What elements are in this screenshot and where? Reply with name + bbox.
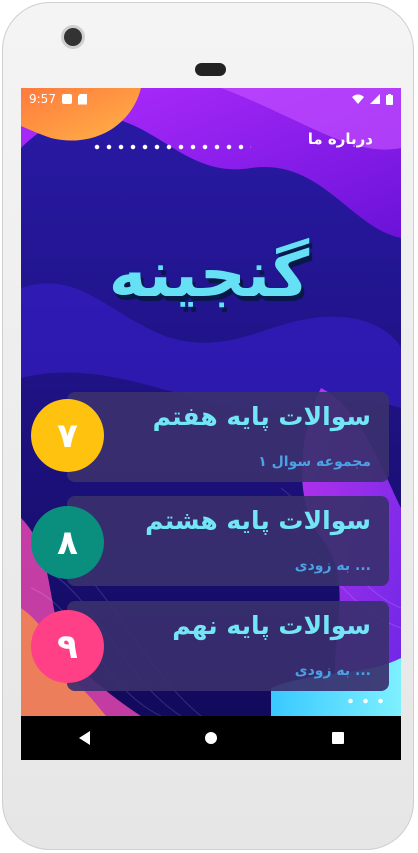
sd-card-icon: [77, 93, 87, 105]
card-title: سوالات پایه هشتم: [145, 506, 371, 535]
card-title: سوالات پایه نهم: [172, 611, 371, 640]
grade-badge-7: ۷: [31, 399, 104, 472]
phone-frame: 9:57 درباره ما گنجینه سوالات پایه هفتم ۱…: [2, 2, 414, 850]
app-logo: گنجینه: [108, 238, 310, 312]
about-us-link[interactable]: درباره ما: [308, 130, 373, 148]
battery-icon: [386, 93, 393, 105]
earpiece-speaker: [195, 63, 226, 76]
status-left: 9:57: [29, 92, 87, 106]
signal-icon: [370, 94, 380, 104]
card-title: سوالات پایه هفتم: [152, 402, 371, 431]
home-icon[interactable]: [204, 732, 217, 744]
grade-badge-9: ۹: [31, 610, 104, 683]
status-time: 9:57: [29, 92, 56, 106]
card-subtitle: به زودی ...: [294, 663, 371, 679]
status-right: [352, 93, 393, 105]
app-screen: 9:57 درباره ما گنجینه سوالات پایه هفتم ۱…: [21, 88, 401, 760]
navigation-bar: [21, 716, 401, 760]
grade-badge-8: ۸: [31, 506, 104, 579]
card-subtitle: به زودی ...: [294, 558, 371, 574]
grade-card-8[interactable]: سوالات پایه هشتم به زودی ...: [67, 496, 389, 586]
status-bar: 9:57: [21, 88, 401, 110]
grade-card-7[interactable]: سوالات پایه هفتم ۱ مجموعه سوال: [67, 392, 389, 482]
grade-card-9[interactable]: سوالات پایه نهم به زودی ...: [67, 601, 389, 691]
wifi-icon: [352, 94, 364, 104]
back-icon[interactable]: [78, 731, 90, 745]
card-subtitle: ۱ مجموعه سوال: [258, 454, 371, 470]
notification-icon: [61, 94, 72, 104]
recents-icon[interactable]: [331, 732, 344, 744]
decorative-dots-bottom: [343, 698, 387, 704]
front-camera: [64, 28, 82, 46]
decorative-dots: [91, 144, 251, 150]
